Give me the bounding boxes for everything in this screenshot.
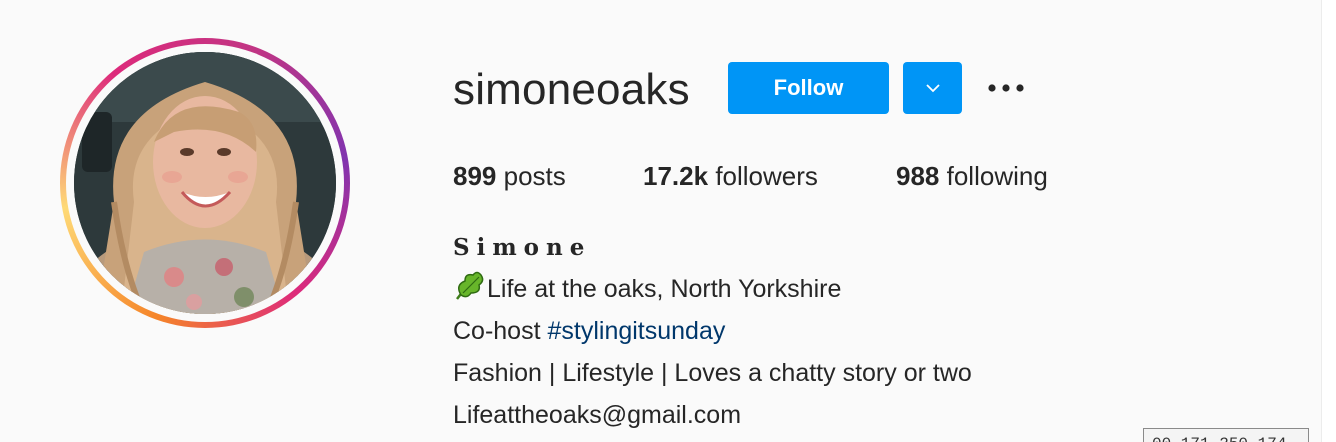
- more-options-button[interactable]: [984, 70, 1030, 106]
- ip-address-tooltip: 00.171.250.174: [1143, 428, 1309, 442]
- bio-email: Lifeattheoaks@gmail.com: [453, 401, 742, 429]
- profile-avatar[interactable]: [74, 52, 336, 314]
- profile-full-name: Simone: [453, 234, 592, 261]
- bio-location-line: Life at the oaks, North Yorkshire: [453, 268, 972, 310]
- following-link[interactable]: 988 following: [896, 158, 1048, 194]
- story-ring[interactable]: [60, 38, 350, 328]
- posts-stat: 899 posts: [453, 158, 566, 194]
- hashtag-link[interactable]: #stylingitsunday: [547, 317, 725, 345]
- more-options-icon: [988, 84, 1024, 92]
- right-edge-panel: [1321, 0, 1336, 442]
- followers-label: followers: [715, 161, 818, 191]
- profile-username: simoneoaks: [453, 65, 690, 114]
- chevron-down-icon: [925, 84, 940, 93]
- following-label: following: [946, 161, 1048, 191]
- bio-cohost-line: Co-host #stylingitsunday: [453, 310, 972, 352]
- followers-link[interactable]: 17.2k followers: [643, 158, 818, 194]
- avatar-photo: [74, 52, 336, 314]
- suggested-accounts-button[interactable]: [903, 62, 962, 114]
- bio-tagline: Fashion | Lifestyle | Loves a chatty sto…: [453, 359, 972, 387]
- follow-button[interactable]: Follow: [728, 62, 889, 114]
- profile-bio: Simone Life at the oaks, North Yorkshire…: [453, 228, 972, 436]
- following-count: 988: [896, 161, 940, 191]
- leaf-emoji-icon: [456, 271, 484, 300]
- posts-label: posts: [503, 161, 566, 191]
- posts-count: 899: [453, 161, 497, 191]
- followers-count: 17.2k: [643, 161, 709, 191]
- bio-cohost-prefix: Co-host: [453, 317, 548, 345]
- bio-location-text: Life at the oaks, North Yorkshire: [487, 275, 842, 303]
- profile-page: simoneoaks Follow 899 posts 17.2k follow…: [0, 0, 1336, 442]
